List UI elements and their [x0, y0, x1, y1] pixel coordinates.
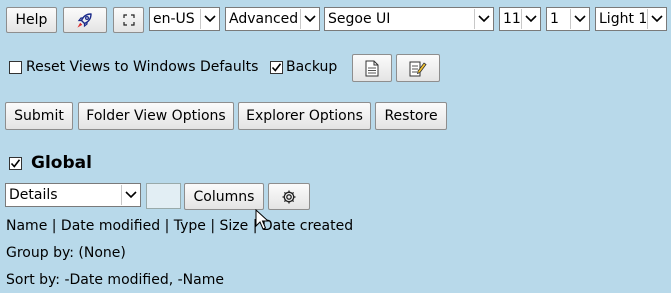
chevron-down-icon [474, 9, 492, 29]
reset-views-checkbox[interactable] [9, 61, 22, 74]
fullscreen-icon [122, 14, 135, 26]
mode-value: Advanced [229, 11, 299, 27]
language-select[interactable]: en-US [149, 7, 220, 31]
mode-select[interactable]: Advanced [225, 7, 320, 31]
checkmark-icon [271, 63, 282, 72]
restore-button[interactable]: Restore [375, 102, 447, 130]
view-select[interactable]: Details [5, 183, 141, 207]
document-icon [365, 60, 379, 76]
reset-views-label: Reset Views to Windows Defaults [26, 59, 259, 75]
gear-icon [282, 190, 296, 203]
chevron-down-icon [521, 9, 539, 29]
notes-button[interactable] [396, 54, 440, 82]
font-select[interactable]: Segoe UI [324, 7, 494, 31]
chevron-down-icon [200, 9, 218, 29]
size-select[interactable]: 11 [499, 7, 541, 31]
font-value: Segoe UI [328, 11, 391, 27]
checkmark-icon [10, 159, 21, 168]
explorer-options-button[interactable]: Explorer Options [238, 102, 371, 130]
sort-by-text: Sort by: -Date modified, -Name [6, 272, 224, 288]
group-by-text: Group by: (None) [6, 245, 126, 261]
notes-icon [409, 61, 427, 76]
mouse-cursor-icon [255, 209, 269, 230]
fullscreen-button[interactable] [113, 7, 144, 33]
submit-button[interactable]: Submit [5, 102, 73, 130]
columns-button[interactable]: Columns [184, 183, 264, 210]
size-value: 11 [503, 11, 521, 27]
view-value: Details [9, 187, 58, 203]
folder-view-options-button[interactable]: Folder View Options [78, 102, 234, 130]
launch-button[interactable] [63, 7, 107, 33]
language-value: en-US [153, 11, 195, 27]
global-heading: Global [31, 153, 92, 173]
line-select[interactable]: 1 [546, 7, 590, 31]
theme-value: Light 1 [599, 11, 647, 27]
columns-list: Name | Date modified | Type | Size | Dat… [6, 218, 354, 234]
backup-checkbox[interactable] [270, 61, 283, 74]
help-button[interactable]: Help [6, 7, 57, 33]
chevron-down-icon [300, 9, 318, 29]
rocket-icon [77, 13, 92, 28]
chevron-down-icon [647, 9, 665, 29]
document-button[interactable] [352, 54, 392, 82]
chevron-down-icon [121, 185, 139, 205]
view-preview-box [146, 183, 181, 209]
settings-button[interactable] [268, 183, 310, 210]
global-checkbox[interactable] [9, 157, 22, 170]
theme-select[interactable]: Light 1 [595, 7, 667, 31]
line-value: 1 [550, 11, 559, 27]
backup-label: Backup [286, 59, 338, 75]
chevron-down-icon [570, 9, 588, 29]
